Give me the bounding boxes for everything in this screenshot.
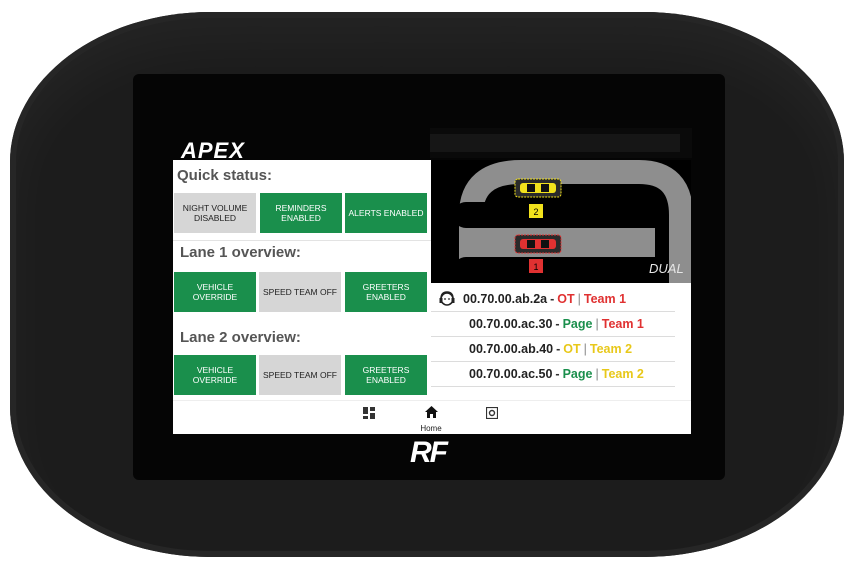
dashboard-icon[interactable] [357,407,381,422]
touch-screen: Quick status: NIGHT VOLUME DISABLED REMI… [173,160,693,434]
headset-status: OT [557,291,575,306]
headset-list: 00.70.00.ab.2a - OT | Team 1 00.70.00.ac… [431,283,691,400]
bottom-nav: Home [173,400,691,434]
lane1-vehicle-override-button[interactable]: VEHICLE OVERRIDE [174,272,256,312]
control-panel: Quick status: NIGHT VOLUME DISABLED REMI… [173,160,431,400]
lane1-greeters-button[interactable]: GREETERS ENABLED [345,272,427,312]
list-item[interactable]: 00.70.00.ac.50 - Page | Team 2 [431,361,675,387]
lane1-badge: 1 [533,262,538,272]
headset-team: Team 1 [583,291,627,306]
list-item[interactable]: 00.70.00.ab.2a - OT | Team 1 [431,286,675,312]
list-item[interactable]: 00.70.00.ab.40 - OT | Team 2 [431,336,675,362]
car-lane1 [514,234,562,254]
headset-address: 00.70.00.ac.30 [469,316,553,331]
home-label: Home [420,424,442,433]
headset-team: Team 1 [601,316,644,331]
headset-address: 00.70.00.ab.2a [463,291,548,306]
mode-label: DUAL [649,261,684,276]
alerts-button[interactable]: ALERTS ENABLED [345,193,427,233]
lane2-greeters-button[interactable]: GREETERS ENABLED [345,355,427,395]
lane-track-display: 2 1 DUAL [431,160,693,287]
headset-status: Page [562,366,593,381]
headset-agent-icon [431,290,463,308]
lane2-speed-team-button[interactable]: SPEED TEAM OFF [259,355,341,395]
night-volume-button[interactable]: NIGHT VOLUME DISABLED [174,193,256,233]
reminders-button[interactable]: REMINDERS ENABLED [260,193,342,233]
car-lane2 [514,178,562,198]
lane1-title: Lane 1 overview: [180,244,301,261]
lane2-title: Lane 2 overview: [180,329,301,346]
home-icon[interactable] [419,406,443,421]
headset-address: 00.70.00.ab.40 [469,341,554,356]
headset-team: Team 2 [601,366,644,381]
headset-address: 00.70.00.ac.50 [469,366,553,381]
lane1-speed-team-button[interactable]: SPEED TEAM OFF [259,272,341,312]
headset-status: Page [562,316,593,331]
headset-status: OT [563,341,581,356]
settings-icon[interactable] [480,406,504,422]
headset-team: Team 2 [589,341,633,356]
list-item[interactable]: 00.70.00.ac.30 - Page | Team 1 [431,311,675,337]
header-band [430,128,692,158]
quick-status-title: Quick status: [177,167,273,184]
divider [173,240,431,241]
rf-logo: RF [410,436,448,469]
lane2-vehicle-override-button[interactable]: VEHICLE OVERRIDE [174,355,256,395]
track-graphic: 2 1 DUAL [453,160,693,287]
lane2-badge: 2 [533,207,538,217]
